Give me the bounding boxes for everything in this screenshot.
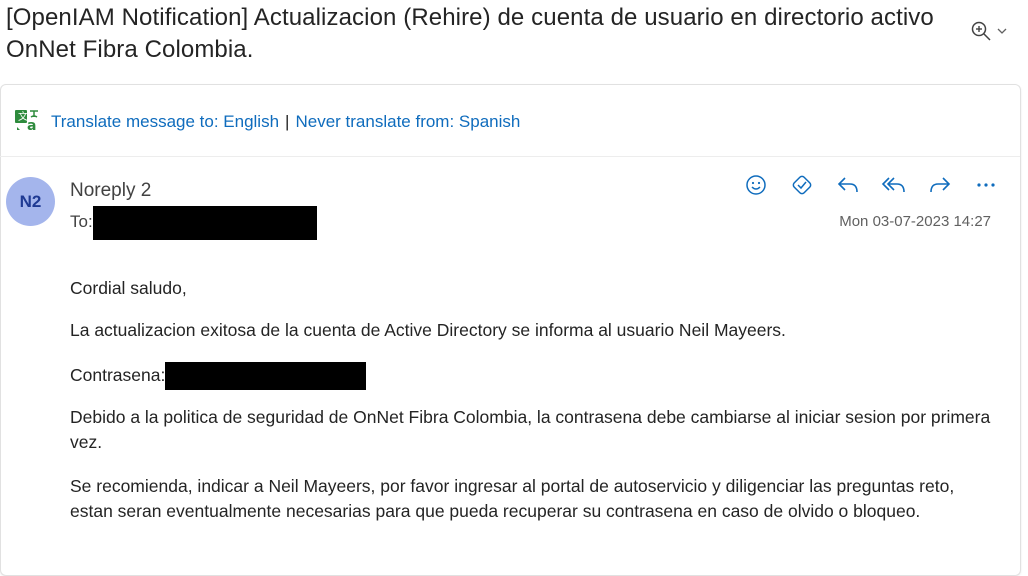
divider xyxy=(0,156,1020,157)
chevron-down-icon xyxy=(996,24,1008,42)
sent-date: Mon 03-07-2023 14:27 xyxy=(839,213,991,230)
translate-bar: 文 a Translate message to: English | Neve… xyxy=(14,108,520,136)
redacted-recipient xyxy=(93,206,317,240)
body-line-1: La actualizacion exitosa de la cuenta de… xyxy=(70,320,786,340)
sticker-icon xyxy=(790,173,814,202)
body-line-3: Se recomienda, indicar a Neil Mayeers, p… xyxy=(70,476,955,521)
translate-to-english-link[interactable]: Translate message to: English xyxy=(51,112,279,132)
forward-button[interactable] xyxy=(922,170,958,204)
zoom-in-icon xyxy=(970,20,992,47)
body-line-2: Debido a la politica de seguridad de OnN… xyxy=(70,407,991,452)
more-actions-button[interactable] xyxy=(968,170,1004,204)
email-subject: [OpenIAM Notification] Actualizacion (Re… xyxy=(6,4,934,63)
message-actions xyxy=(738,170,1004,204)
avatar[interactable]: N2 xyxy=(6,177,55,226)
greeting-text: Cordial saludo, xyxy=(70,278,187,298)
sticker-button[interactable] xyxy=(784,170,820,204)
translate-icon: 文 a xyxy=(14,108,41,137)
reply-all-icon xyxy=(881,174,907,201)
sender-name[interactable]: Noreply 2 xyxy=(70,180,151,202)
reply-icon xyxy=(836,174,860,201)
svg-text:a: a xyxy=(27,118,36,132)
to-label: To: xyxy=(70,212,93,231)
forward-icon xyxy=(928,174,952,201)
reply-all-button[interactable] xyxy=(876,170,912,204)
never-translate-link[interactable]: Never translate from: Spanish xyxy=(295,112,520,132)
reply-button[interactable] xyxy=(830,170,866,204)
password-label: Contrasena: xyxy=(70,365,166,385)
emoji-reaction-button[interactable] xyxy=(738,170,774,204)
emoji-icon xyxy=(745,174,767,201)
redacted-password xyxy=(165,362,366,390)
zoom-button[interactable] xyxy=(970,20,1014,46)
more-icon xyxy=(975,174,997,201)
translate-separator: | xyxy=(285,112,290,131)
